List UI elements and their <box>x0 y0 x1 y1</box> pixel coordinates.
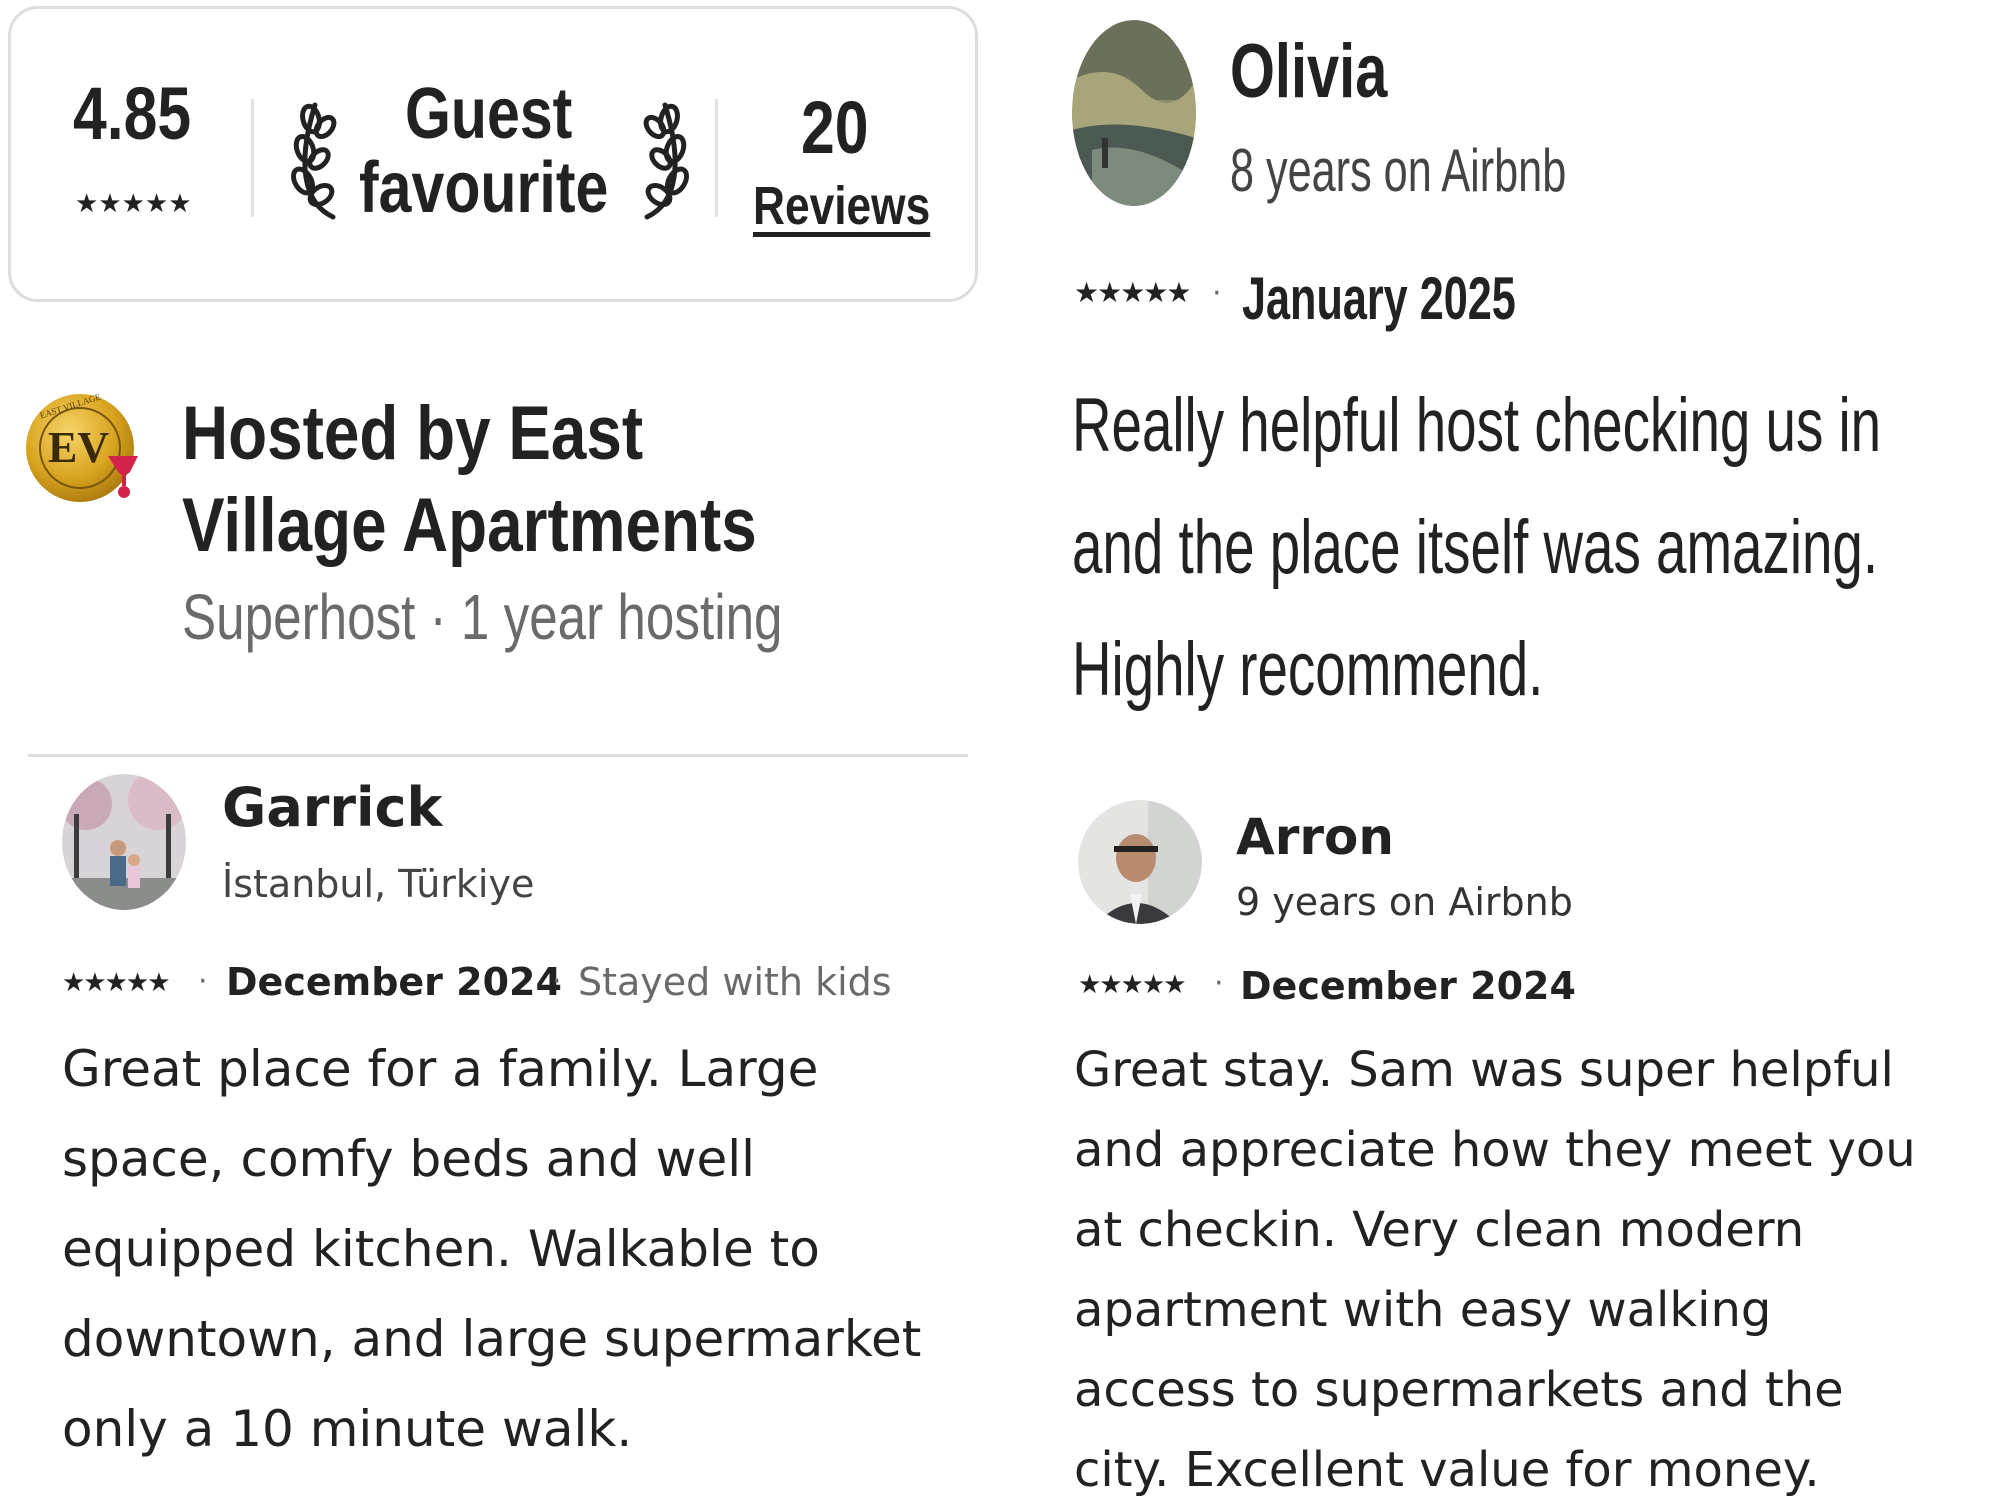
review-date: December 2024 <box>226 960 562 1004</box>
laurel-left-icon <box>291 102 337 220</box>
guest-favourite-line2: favourite <box>359 148 609 228</box>
host-section: EV EAST VILLAGE Hosted by East Village A… <box>0 380 980 750</box>
review-stars: ★★★★★ <box>1074 276 1192 309</box>
guest-favourite-card: 4.85 ★★★★★ Guest favourite 20 Reviews <box>8 6 978 302</box>
guest-favourite-line1: Guest <box>405 74 573 154</box>
reviewer-meta: 8 years on Airbnb <box>1230 137 1567 204</box>
avatar[interactable] <box>1078 800 1202 924</box>
review-card: Garrick İstanbul, Türkiye ★★★★★ · Decemb… <box>0 770 990 1500</box>
avatar[interactable] <box>62 774 186 910</box>
review-text-line: Great place for a family. Large <box>62 1040 819 1098</box>
meta-separator: · <box>198 964 208 999</box>
host-logo-text: EV <box>48 423 109 472</box>
section-divider <box>28 754 968 757</box>
review-text-line: only a 10 minute walk. <box>62 1400 633 1458</box>
reviewer-name[interactable]: Garrick <box>222 776 442 839</box>
review-text-line: space, comfy beds and well <box>62 1130 756 1188</box>
review-text-line: apartment with easy walking <box>1074 1282 1772 1338</box>
overall-rating: 4.85 <box>73 72 192 155</box>
review-text-line: Highly recommend. <box>1072 627 1544 712</box>
card-divider-right <box>715 99 718 217</box>
reviewer-name[interactable]: Olivia <box>1230 28 1387 115</box>
reviewer-meta: 9 years on Airbnb <box>1236 880 1573 924</box>
review-text-line: city. Excellent value for money. <box>1074 1442 1820 1498</box>
review-text-line: equipped kitchen. Walkable to <box>62 1220 820 1278</box>
review-stars: ★★★★★ <box>1078 970 1187 1000</box>
host-subtitle: Superhost · 1 year hosting <box>182 581 783 653</box>
overall-rating-stars: ★★★★★ <box>75 189 192 219</box>
review-text-line: downtown, and large supermarket <box>62 1310 922 1368</box>
review-date: December 2024 <box>1240 964 1576 1008</box>
review-text-line: at checkin. Very clean modern <box>1074 1202 1805 1258</box>
review-tag: Stayed with kids <box>578 960 892 1004</box>
host-name-line2[interactable]: Village Apartments <box>182 482 757 569</box>
reviewer-name[interactable]: Arron <box>1236 808 1394 866</box>
review-text-line: and appreciate how they meet you <box>1074 1122 1916 1178</box>
review-count: 20 <box>801 86 869 169</box>
host-name-line1[interactable]: Hosted by East <box>182 390 643 477</box>
review-card: Arron 9 years on Airbnb ★★★★★ · December… <box>1070 800 2000 1500</box>
review-card: Olivia 8 years on Airbnb ★★★★★ · January… <box>1070 0 1990 720</box>
review-text-line: access to supermarkets and the <box>1074 1362 1844 1418</box>
reviews-link[interactable]: Reviews <box>753 175 930 237</box>
review-stars: ★★★★★ <box>62 968 171 998</box>
meta-separator: · <box>552 964 562 999</box>
laurel-right-icon <box>643 102 689 220</box>
reviewer-meta: İstanbul, Türkiye <box>222 862 535 906</box>
meta-separator: · <box>1214 966 1224 1001</box>
review-text-line: and the place itself was amazing. <box>1072 505 1879 590</box>
avatar[interactable] <box>1072 20 1196 206</box>
host-logo[interactable]: EV EAST VILLAGE <box>26 388 142 518</box>
review-text-line: Really helpful host checking us in <box>1072 383 1882 468</box>
meta-separator: · <box>1212 276 1222 311</box>
card-divider-left <box>251 99 254 217</box>
review-date: January 2025 <box>1242 265 1516 332</box>
review-text-line: Great stay. Sam was super helpful <box>1074 1042 1894 1098</box>
